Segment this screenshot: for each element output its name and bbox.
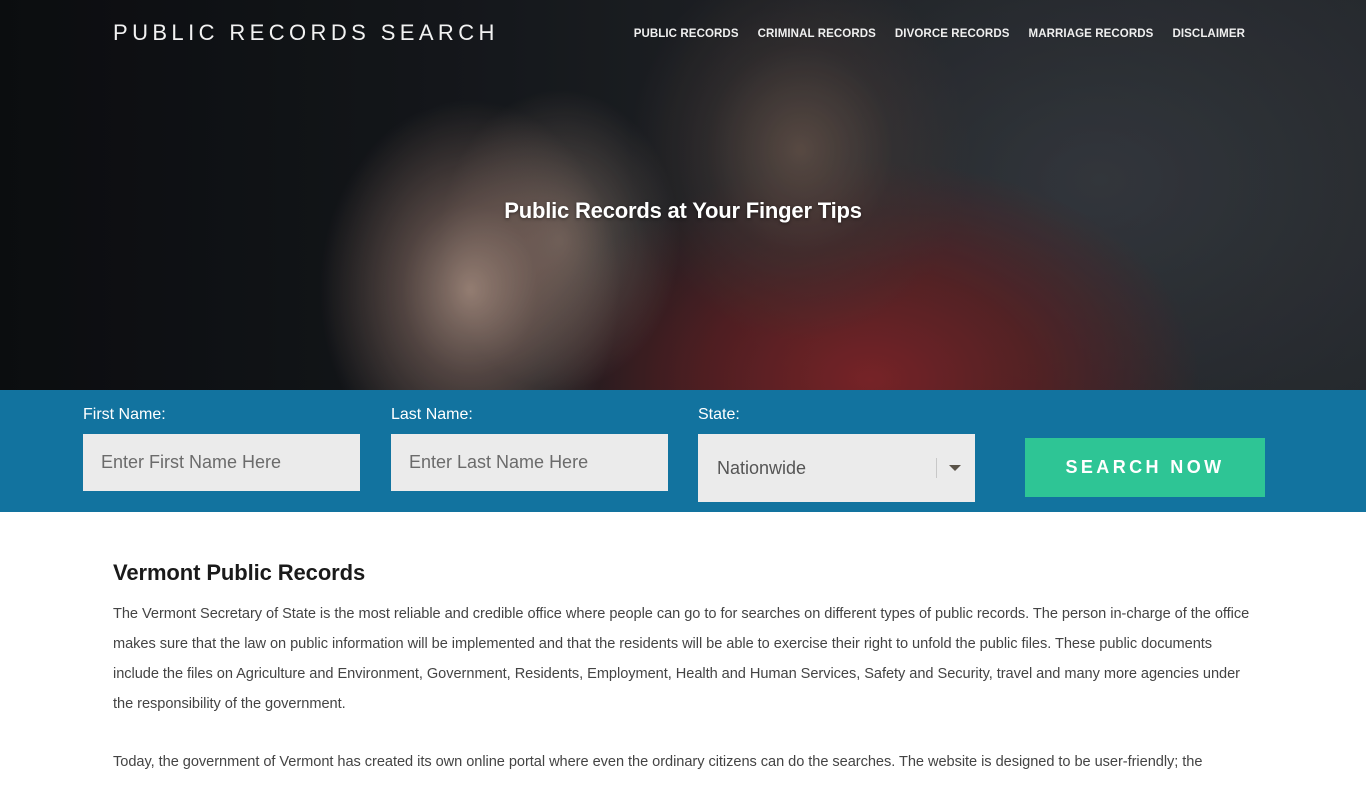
- article-title: Vermont Public Records: [113, 560, 366, 585]
- first-name-label: First Name:: [83, 406, 166, 423]
- top-navigation-bar: PUBLIC RECORDS SEARCH PUBLIC RECORDS CRI…: [0, 0, 1366, 70]
- nav-criminal-records[interactable]: CRIMINAL RECORDS: [758, 28, 876, 40]
- hero-banner: PUBLIC RECORDS SEARCH PUBLIC RECORDS CRI…: [0, 0, 1366, 390]
- article-paragraph: The Vermont Secretary of State is the mo…: [113, 606, 1250, 712]
- first-name-input[interactable]: [83, 434, 360, 491]
- nav-disclaimer[interactable]: DISCLAIMER: [1172, 28, 1245, 40]
- select-divider: [936, 458, 937, 478]
- article-paragraph: Today, the government of Vermont has cre…: [113, 754, 1203, 770]
- nav-marriage-records[interactable]: MARRIAGE RECORDS: [1029, 28, 1154, 40]
- state-selected-value: Nationwide: [717, 457, 807, 478]
- chevron-down-icon[interactable]: [949, 465, 961, 471]
- article-content: Vermont Public Records The Vermont Secre…: [113, 560, 1253, 805]
- state-select[interactable]: Nationwide: [698, 434, 975, 502]
- nav-divorce-records[interactable]: DIVORCE RECORDS: [895, 28, 1010, 40]
- main-nav: PUBLIC RECORDS CRIMINAL RECORDS DIVORCE …: [634, 28, 1245, 40]
- site-logo[interactable]: PUBLIC RECORDS SEARCH: [113, 20, 499, 46]
- nav-public-records[interactable]: PUBLIC RECORDS: [634, 28, 739, 40]
- hero-title: Public Records at Your Finger Tips: [504, 198, 862, 223]
- state-label: State:: [698, 406, 740, 423]
- search-now-button[interactable]: SEARCH NOW: [1025, 438, 1265, 497]
- last-name-input[interactable]: [391, 434, 668, 491]
- last-name-label: Last Name:: [391, 406, 473, 423]
